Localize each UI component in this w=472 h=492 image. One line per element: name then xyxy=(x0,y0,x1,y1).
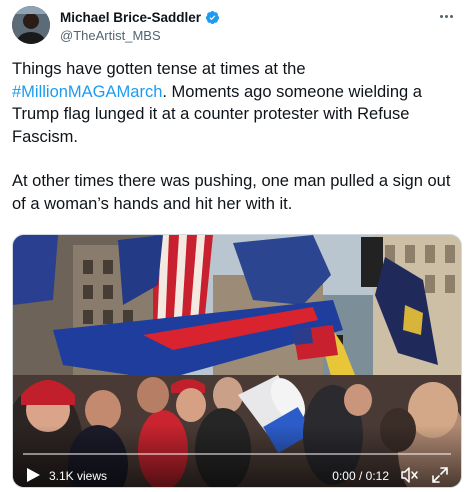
view-count: 3.1K views xyxy=(49,469,108,483)
tweet-text-part1: Things have gotten tense at times at the xyxy=(12,60,306,78)
video-player[interactable]: 3.1K views 0:00 / 0:12 xyxy=(12,234,462,488)
progress-bar[interactable] xyxy=(23,453,451,455)
tweet-text: Things have gotten tense at times at the… xyxy=(12,58,462,215)
author-name[interactable]: Michael Brice-Saddler xyxy=(60,10,201,25)
more-options-icon[interactable] xyxy=(436,6,456,26)
tweet-header: Michael Brice-Saddler @TheArtist_MBS xyxy=(12,6,462,46)
volume-icon[interactable] xyxy=(399,465,419,485)
tweet-text-paragraph-2: At other times there was pushing, one ma… xyxy=(12,172,451,213)
video-controls: 3.1K views 0:00 / 0:12 xyxy=(13,443,461,487)
verified-badge-icon xyxy=(205,10,220,25)
hashtag-link[interactable]: #MillionMAGAMarch xyxy=(12,83,162,101)
fullscreen-icon[interactable] xyxy=(431,466,449,484)
play-icon[interactable] xyxy=(25,467,41,483)
video-time: 0:00 / 0:12 xyxy=(332,469,389,483)
avatar[interactable] xyxy=(12,6,50,44)
author-handle[interactable]: @TheArtist_MBS xyxy=(60,28,161,43)
